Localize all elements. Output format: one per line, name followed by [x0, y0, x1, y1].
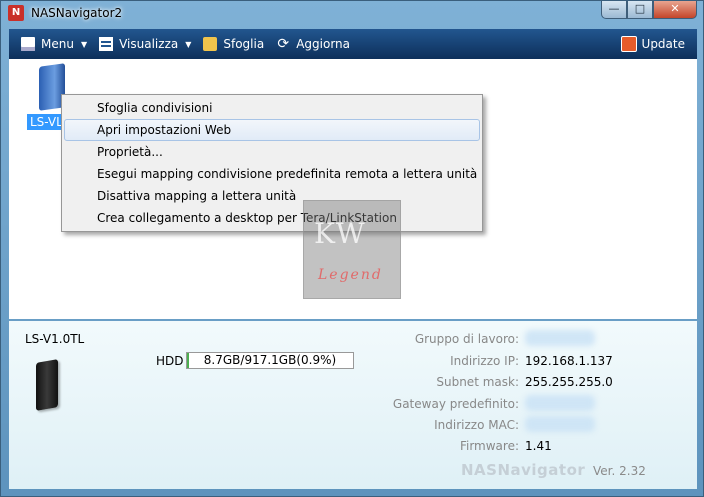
info-label: Indirizzo IP: [450, 354, 519, 368]
chevron-down-icon: ▼ [80, 39, 88, 49]
menu-icon [21, 37, 35, 51]
hdd-label: HDD [156, 354, 184, 368]
browse-label: Sfoglia [223, 37, 265, 51]
menu-item-desktop-shortcut[interactable]: Crea collegamento a desktop per Tera/Lin… [64, 207, 480, 229]
window-controls: — □ ✕ [601, 1, 697, 19]
info-row-workgroup: Gruppo di lavoro: [349, 330, 689, 352]
refresh-label: Aggiorna [296, 37, 351, 51]
info-row-gateway: Gateway predefinito: [349, 395, 689, 417]
watermark-top: KW [314, 217, 367, 250]
info-label: Subnet mask: [436, 375, 519, 389]
device-name: LS-V1.0TL [25, 332, 85, 346]
version-label: Ver. 2.32 [593, 464, 646, 478]
details-panel: LS-V1.0TL HDD 8.7GB/917.1GB(0.9%) Gruppo… [9, 321, 697, 489]
info-label: Firmware: [459, 439, 519, 453]
folder-icon [203, 37, 218, 51]
view-icon [99, 37, 114, 51]
info-value: 255.255.255.0 [525, 375, 613, 389]
redacted-value [525, 416, 595, 432]
menu-label: Menu [41, 37, 74, 51]
minimize-button[interactable]: — [601, 1, 627, 19]
info-row-firmware: Firmware: 1.41 [349, 439, 689, 459]
update-icon [620, 36, 637, 52]
chevron-down-icon: ▼ [185, 39, 192, 49]
browse-button[interactable]: Sfoglia [203, 29, 264, 59]
close-button[interactable]: ✕ [653, 1, 697, 19]
update-button[interactable]: Update [620, 29, 685, 59]
redacted-value [525, 330, 595, 346]
update-label: Update [641, 37, 685, 51]
view-button[interactable]: Visualizza ▼ [99, 29, 191, 59]
info-row-mac: Indirizzo MAC: [349, 416, 689, 438]
watermark-bottom: Legend [318, 267, 383, 283]
menu-button[interactable]: Menu ▼ [21, 29, 87, 59]
menu-item-unmap-drive[interactable]: Disattiva mapping a lettera unità [64, 185, 480, 207]
toolbar: Menu ▼ Visualizza ▼ Sfoglia ⟳ Aggiorna U… [9, 29, 697, 59]
app-icon[interactable]: N [8, 5, 24, 21]
menu-item-map-drive[interactable]: Esegui mapping condivisione predefinita … [64, 163, 480, 185]
hdd-usage-text: 8.7GB/917.1GB(0.9%) [203, 353, 337, 367]
menu-item-web-settings[interactable]: Apri impostazioni Web [64, 119, 480, 141]
info-row-ip: Indirizzo IP: 192.168.1.137 [349, 354, 689, 374]
app-window: N NASNavigator2 — □ ✕ Menu ▼ Visualizza … [0, 0, 704, 497]
refresh-button[interactable]: ⟳ Aggiorna [276, 29, 350, 59]
brand-logo: NASNavigator [461, 461, 586, 479]
menu-item-browse-shares[interactable]: Sfoglia condivisioni [64, 97, 480, 119]
maximize-button[interactable]: □ [627, 1, 653, 19]
info-label: Gateway predefinito: [392, 397, 519, 411]
nas-device-icon [36, 359, 58, 411]
info-row-subnet: Subnet mask: 255.255.255.0 [349, 375, 689, 395]
info-value: 1.41 [525, 439, 552, 453]
menu-item-properties[interactable]: Proprietà... [64, 141, 480, 163]
info-value: 192.168.1.137 [525, 354, 613, 368]
title-bar[interactable]: N NASNavigator2 — □ ✕ [1, 1, 703, 27]
info-label: Gruppo di lavoro: [414, 332, 519, 346]
hdd-usage-bar: 8.7GB/917.1GB(0.9%) [186, 352, 354, 369]
context-menu: Sfoglia condivisioni Apri impostazioni W… [61, 94, 483, 232]
watermark-logo: KW Legend [303, 200, 401, 299]
refresh-icon: ⟳ [277, 36, 290, 52]
info-label: Indirizzo MAC: [434, 418, 519, 432]
redacted-value [525, 395, 595, 411]
window-title: NASNavigator2 [31, 6, 123, 20]
view-label: Visualizza [119, 37, 179, 51]
